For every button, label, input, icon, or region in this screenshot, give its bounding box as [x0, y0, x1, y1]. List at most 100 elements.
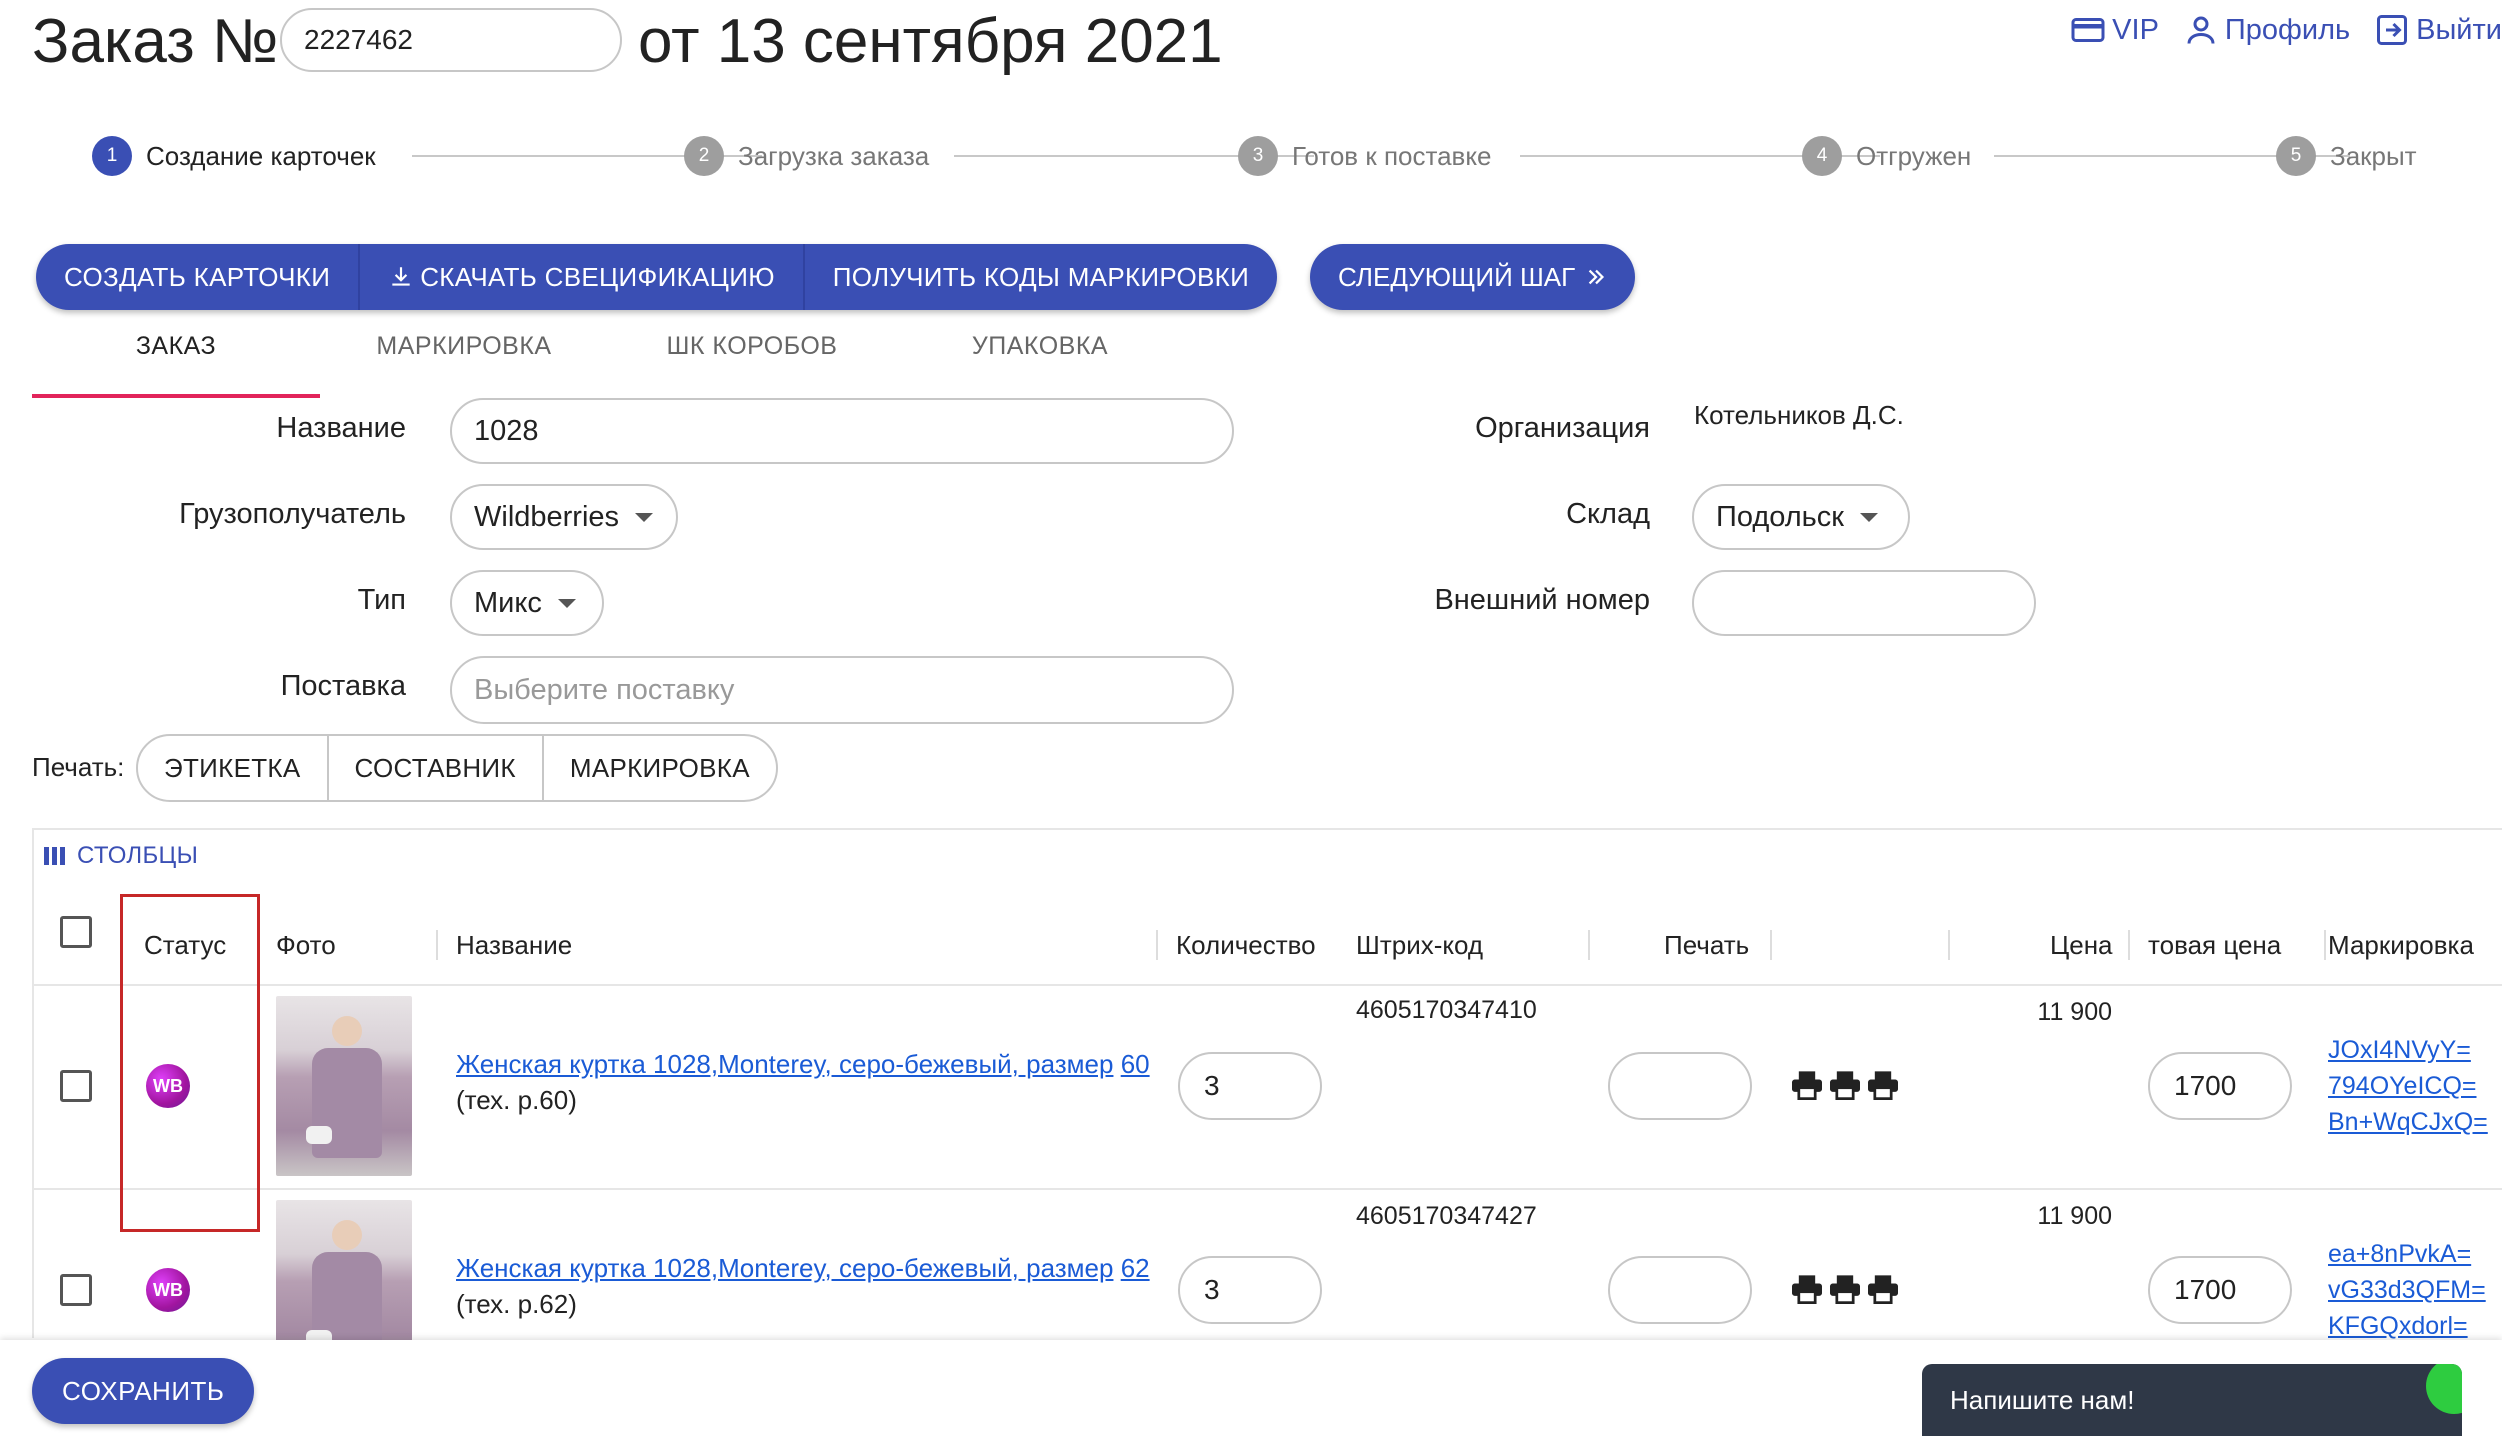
printer-icon[interactable] [1866, 1070, 1900, 1100]
header-final-price[interactable]: товая цена [2148, 930, 2281, 961]
barcode-value: 4605170347427 [1356, 1202, 1537, 1230]
vip-label: VIP [2112, 13, 2159, 46]
step-closed[interactable]: 5 Закрыт [2276, 136, 2417, 176]
profile-label: Профиль [2224, 13, 2351, 46]
create-cards-label: СОЗДАТЬ КАРТОЧКИ [64, 261, 331, 292]
product-tech-size: (тех. р.60) [456, 1085, 577, 1115]
header-print[interactable]: Печать [1664, 930, 1749, 961]
page-title: Заказ № [32, 7, 279, 76]
product-link-size[interactable]: 60 [1121, 1049, 1150, 1079]
tab-marking[interactable]: МАРКИРОВКА [320, 326, 608, 398]
product-tech-size: (тех. р.62) [456, 1289, 577, 1319]
header-photo[interactable]: Фото [276, 930, 336, 961]
printer-icon[interactable] [1828, 1070, 1862, 1100]
row-divider [34, 1188, 2502, 1190]
warehouse-select[interactable]: Подольск [1692, 484, 1910, 550]
print-count-input[interactable] [1608, 1256, 1752, 1324]
marking-codes[interactable]: JOxI4NVyY= 794OYeICQ= Bn+WqCJxQ= [2328, 1032, 2488, 1140]
print-count-input[interactable] [1608, 1052, 1752, 1120]
marking-code[interactable]: KFGQxdorl= [2328, 1308, 2486, 1344]
chat-widget[interactable]: Напишите нам! [1922, 1364, 2462, 1436]
printer-icon[interactable] [1790, 1274, 1824, 1304]
logout-link[interactable]: Выйти [2374, 12, 2502, 48]
consignee-value: Wildberries [474, 500, 620, 533]
step-label: Закрыт [2330, 140, 2417, 171]
print-buttons [1790, 1274, 1900, 1304]
print-composite-button[interactable]: СОСТАВНИК [329, 736, 544, 800]
final-price-input[interactable]: 1700 [2148, 1256, 2292, 1324]
get-codes-button[interactable]: ПОЛУЧИТЬ КОДЫ МАРКИРОВКИ [805, 244, 1277, 310]
type-label: Тип [357, 584, 406, 616]
step-create-cards[interactable]: 1 Создание карточек [92, 136, 376, 176]
step-label: Загрузка заказа [738, 140, 930, 171]
caret-down-icon [557, 598, 576, 608]
printer-icon[interactable] [1828, 1274, 1862, 1304]
status-column-highlight [120, 894, 260, 1232]
marking-code[interactable]: ea+8nPvkA= [2328, 1236, 2486, 1272]
header-name[interactable]: Название [456, 930, 572, 961]
quantity-input[interactable]: 3 [1178, 1052, 1322, 1120]
name-input[interactable]: 1028 [450, 398, 1234, 464]
order-number-input[interactable]: 2227462 [280, 8, 622, 72]
row-checkbox[interactable] [60, 1274, 92, 1306]
step-shipped[interactable]: 4 Отгружен [1802, 136, 1971, 176]
supply-input[interactable]: Выберите поставку [450, 656, 1234, 724]
columns-button[interactable]: СТОЛБЦЫ [44, 842, 198, 870]
printer-icon[interactable] [1790, 1070, 1824, 1100]
create-cards-button[interactable]: СОЗДАТЬ КАРТОЧКИ [36, 244, 361, 310]
profile-link[interactable]: Профиль [2183, 12, 2350, 48]
marking-code[interactable]: JOxI4NVyY= [2328, 1032, 2488, 1068]
tab-order[interactable]: ЗАКАЗ [32, 326, 320, 398]
tab-packing[interactable]: УПАКОВКА [896, 326, 1184, 398]
product-link[interactable]: Женская куртка 1028,Monterey, серо-бежев… [456, 1253, 1113, 1283]
save-button[interactable]: СОХРАНИТЬ [32, 1358, 255, 1424]
chat-label: Напишите нам! [1950, 1384, 2135, 1415]
order-stepper: 1 Создание карточек 2 Загрузка заказа 3 … [92, 136, 2430, 176]
next-step-button[interactable]: СЛЕДУЮЩИЙ ШАГ [1310, 244, 1636, 310]
external-number-input[interactable] [1692, 570, 2036, 636]
column-separator [2324, 930, 2326, 960]
print-marking-button[interactable]: МАРКИРОВКА [544, 736, 776, 800]
marking-codes[interactable]: ea+8nPvkA= vG33d3QFM= KFGQxdorl= [2328, 1236, 2486, 1344]
download-icon [392, 267, 410, 286]
header-marking[interactable]: Маркировка [2328, 930, 2474, 961]
header-price[interactable]: Цена [2050, 930, 2113, 961]
tab-bar: ЗАКАЗ МАРКИРОВКА ШК КОРОБОВ УПАКОВКА [32, 326, 1184, 398]
double-chevron-right-icon [1589, 269, 1605, 285]
column-separator [1948, 930, 1950, 960]
header-divider [34, 984, 2502, 986]
column-separator [1156, 930, 1158, 960]
header-quantity[interactable]: Количество [1176, 930, 1316, 961]
consignee-label: Грузополучатель [179, 498, 406, 530]
product-photo[interactable] [276, 996, 412, 1176]
quantity-input[interactable]: 3 [1178, 1256, 1322, 1324]
header-barcode[interactable]: Штрих-код [1356, 930, 1483, 961]
marking-code[interactable]: 794OYeICQ= [2328, 1068, 2488, 1104]
select-all-checkbox[interactable] [60, 916, 92, 948]
consignee-select[interactable]: Wildberries [450, 484, 678, 550]
user-icon [2187, 16, 2215, 44]
chat-status-indicator [2426, 1364, 2462, 1414]
step-label: Готов к поставке [1292, 140, 1492, 171]
type-select[interactable]: Микс [450, 570, 604, 636]
get-codes-label: ПОЛУЧИТЬ КОДЫ МАРКИРОВКИ [832, 261, 1250, 292]
download-spec-label: СКАЧАТЬ СВЕЦИФИКАЦИЮ [420, 261, 775, 292]
vip-link[interactable]: VIP [2070, 12, 2159, 48]
final-price-input[interactable]: 1700 [2148, 1052, 2292, 1120]
row-checkbox[interactable] [60, 1070, 92, 1102]
product-link-size[interactable]: 62 [1121, 1253, 1150, 1283]
print-label-button[interactable]: ЭТИКЕТКА [138, 736, 329, 800]
tab-box-barcodes[interactable]: ШК КОРОБОВ [608, 326, 896, 398]
step-ready-to-ship[interactable]: 3 Готов к поставке [1238, 136, 1492, 176]
printer-icon[interactable] [1866, 1274, 1900, 1304]
step-upload-order[interactable]: 2 Загрузка заказа [684, 136, 929, 176]
marking-code[interactable]: vG33d3QFM= [2328, 1272, 2486, 1308]
download-spec-button[interactable]: СКАЧАТЬ СВЕЦИФИКАЦИЮ [360, 244, 805, 310]
marking-code[interactable]: Bn+WqCJxQ= [2328, 1104, 2488, 1140]
column-separator [1770, 930, 1772, 960]
caret-down-icon [1859, 512, 1878, 522]
product-name: Женская куртка 1028,Monterey, серо-бежев… [456, 1250, 1156, 1322]
print-button-group: ЭТИКЕТКА СОСТАВНИК МАРКИРОВКА [136, 734, 778, 802]
product-link[interactable]: Женская куртка 1028,Monterey, серо-бежев… [456, 1049, 1113, 1079]
step-number: 1 [92, 136, 132, 176]
